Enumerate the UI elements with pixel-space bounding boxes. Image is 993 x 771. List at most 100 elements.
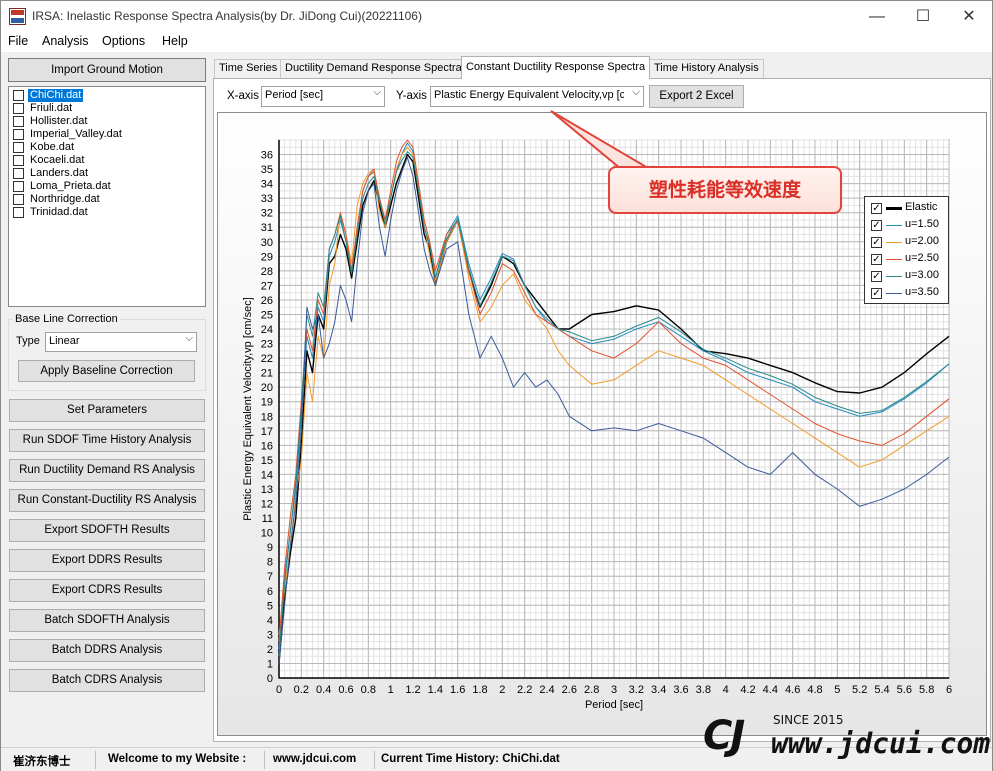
y-axis-title: Plastic Energy Equivalent Velocity,vp [c… xyxy=(242,297,254,521)
legend-entry[interactable]: ✓ u=2.50 xyxy=(869,251,949,268)
legend-entry[interactable]: ✓ u=3.50 xyxy=(869,285,949,302)
x-tick-label: 0.4 xyxy=(316,684,331,696)
legend-entry[interactable]: ✓ u=3.00 xyxy=(869,268,949,285)
x-tick-label: 1 xyxy=(388,684,394,696)
file-checkbox[interactable] xyxy=(13,129,24,140)
tab-constant-ductility-response-spectra[interactable]: Constant Ductility Response Spectra xyxy=(461,56,651,79)
file-list-item[interactable]: Landers.dat xyxy=(11,167,201,180)
y-tick-label: 19 xyxy=(261,397,273,409)
file-checkbox[interactable] xyxy=(13,207,24,218)
watermark: CJ SINCE 2015 www.jdcui.com xyxy=(701,705,991,767)
y-tick-label: 28 xyxy=(261,266,273,278)
y-tick-label: 33 xyxy=(261,193,273,205)
y-tick-label: 36 xyxy=(261,150,273,162)
menu-help[interactable]: Help xyxy=(162,34,188,48)
status-website-link[interactable]: www.jdcui.com xyxy=(273,753,356,765)
legend-swatch xyxy=(886,276,902,277)
yaxis-label: Y-axis xyxy=(396,90,427,102)
x-tick-label: 2.2 xyxy=(517,684,532,696)
y-tick-label: 17 xyxy=(261,426,273,438)
y-tick-label: 6 xyxy=(267,586,273,598)
file-checkbox[interactable] xyxy=(13,103,24,114)
x-tick-label: 2.8 xyxy=(584,684,599,696)
file-name: Friuli.dat xyxy=(30,102,73,114)
file-list-item[interactable]: Northridge.dat xyxy=(11,193,201,206)
file-checkbox[interactable] xyxy=(13,116,24,127)
yaxis-select[interactable]: Plastic Energy Equivalent Velocity,vp [c… xyxy=(430,86,644,107)
legend-entry[interactable]: ✓ u=2.00 xyxy=(869,234,949,251)
legend-checkbox[interactable]: ✓ xyxy=(871,220,882,231)
minimize-button[interactable]: — xyxy=(854,1,900,32)
file-list-item[interactable]: Imperial_Valley.dat xyxy=(11,128,201,141)
file-list-item[interactable]: Kocaeli.dat xyxy=(11,154,201,167)
status-welcome: Welcome to my Website : xyxy=(108,753,247,765)
run-ductility-demand-rs-analysis-button[interactable]: Run Ductility Demand RS Analysis xyxy=(9,459,205,482)
file-checkbox[interactable] xyxy=(13,168,24,179)
run-constant-ductility-rs-analysis-button[interactable]: Run Constant-Ductility RS Analysis xyxy=(9,489,205,512)
y-tick-label: 27 xyxy=(261,280,273,292)
baseline-type-select[interactable]: Linear ⌵ xyxy=(45,332,197,352)
x-tick-label: 5.6 xyxy=(897,684,912,696)
file-name: Loma_Prieta.dat xyxy=(30,180,111,192)
legend-label: Elastic xyxy=(905,201,938,213)
apply-baseline-correction-button[interactable]: Apply Baseline Correction xyxy=(18,360,195,382)
title-bar: IRSA: Inelastic Response Spectra Analysi… xyxy=(1,1,992,32)
baseline-correction-title: Base Line Correction xyxy=(13,313,120,325)
maximize-button[interactable]: ☐ xyxy=(900,1,946,32)
file-checkbox[interactable] xyxy=(13,194,24,205)
x-tick-label: 3.6 xyxy=(673,684,688,696)
tab-time-series[interactable]: Time Series xyxy=(214,59,283,78)
menu-analysis[interactable]: Analysis xyxy=(42,34,89,48)
legend-label: u=2.50 xyxy=(905,252,939,264)
export-cdrs-results-button[interactable]: Export CDRS Results xyxy=(9,579,205,602)
batch-cdrs-analysis-button[interactable]: Batch CDRS Analysis xyxy=(9,669,205,692)
legend-checkbox[interactable]: ✓ xyxy=(871,271,882,282)
file-checkbox[interactable] xyxy=(13,90,24,101)
tab-ductility-demand-response-spectra[interactable]: Ductility Demand Response Spectra xyxy=(280,59,467,78)
file-list-item[interactable]: Hollister.dat xyxy=(11,115,201,128)
legend-checkbox[interactable]: ✓ xyxy=(871,254,882,265)
menu-file[interactable]: File xyxy=(8,34,28,48)
file-checkbox[interactable] xyxy=(13,155,24,166)
batch-sdofth-analysis-button[interactable]: Batch SDOFTH Analysis xyxy=(9,609,205,632)
menu-options[interactable]: Options xyxy=(102,34,145,48)
y-tick-label: 24 xyxy=(261,324,273,336)
xaxis-label: X-axis xyxy=(227,90,259,102)
x-tick-label: 5.8 xyxy=(919,684,934,696)
legend-checkbox[interactable]: ✓ xyxy=(871,288,882,299)
export-to-excel-button[interactable]: Export 2 Excel xyxy=(649,85,744,108)
set-parameters-button[interactable]: Set Parameters xyxy=(9,399,205,422)
y-tick-label: 16 xyxy=(261,440,273,452)
file-checkbox[interactable] xyxy=(13,181,24,192)
x-tick-label: 0.8 xyxy=(361,684,376,696)
file-list-item[interactable]: Friuli.dat xyxy=(11,102,201,115)
export-ddrs-results-button[interactable]: Export DDRS Results xyxy=(9,549,205,572)
file-list-item[interactable]: Trinidad.dat xyxy=(11,206,201,219)
file-name: Kocaeli.dat xyxy=(30,154,85,166)
chart-legend: ✓ Elastic ✓ u=1.50 ✓ u=2.00 ✓ u=2.50 ✓ u=3.00 ✓ u=3… xyxy=(864,196,949,304)
ground-motion-list[interactable]: ChiChi.dat Friuli.dat Hollister.dat Imperia… xyxy=(8,86,206,307)
legend-swatch xyxy=(886,293,902,294)
tab-time-history-analysis[interactable]: Time History Analysis xyxy=(649,59,764,78)
file-checkbox[interactable] xyxy=(13,142,24,153)
x-tick-label: 2 xyxy=(499,684,505,696)
legend-checkbox[interactable]: ✓ xyxy=(871,203,882,214)
x-tick-label: 1.8 xyxy=(472,684,487,696)
import-ground-motion-button[interactable]: Import Ground Motion xyxy=(8,58,206,82)
y-tick-label: 23 xyxy=(261,339,273,351)
file-list-item[interactable]: ChiChi.dat xyxy=(11,89,201,102)
legend-checkbox[interactable]: ✓ xyxy=(871,237,882,248)
y-tick-label: 9 xyxy=(267,542,273,554)
file-list-item[interactable]: Loma_Prieta.dat xyxy=(11,180,201,193)
y-tick-label: 4 xyxy=(267,615,273,627)
file-list-item[interactable]: Kobe.dat xyxy=(11,141,201,154)
run-sdof-time-history-analysis-button[interactable]: Run SDOF Time History Analysis xyxy=(9,429,205,452)
legend-entry[interactable]: ✓ u=1.50 xyxy=(869,217,949,234)
close-button[interactable]: ✕ xyxy=(946,1,992,32)
batch-ddrs-analysis-button[interactable]: Batch DDRS Analysis xyxy=(9,639,205,662)
export-sdofth-results-button[interactable]: Export SDOFTH Results xyxy=(9,519,205,542)
xaxis-select[interactable]: Period [sec] ⌵ xyxy=(261,86,385,107)
legend-entry[interactable]: ✓ Elastic xyxy=(869,200,949,217)
x-tick-label: 5 xyxy=(834,684,840,696)
y-tick-label: 5 xyxy=(267,600,273,612)
